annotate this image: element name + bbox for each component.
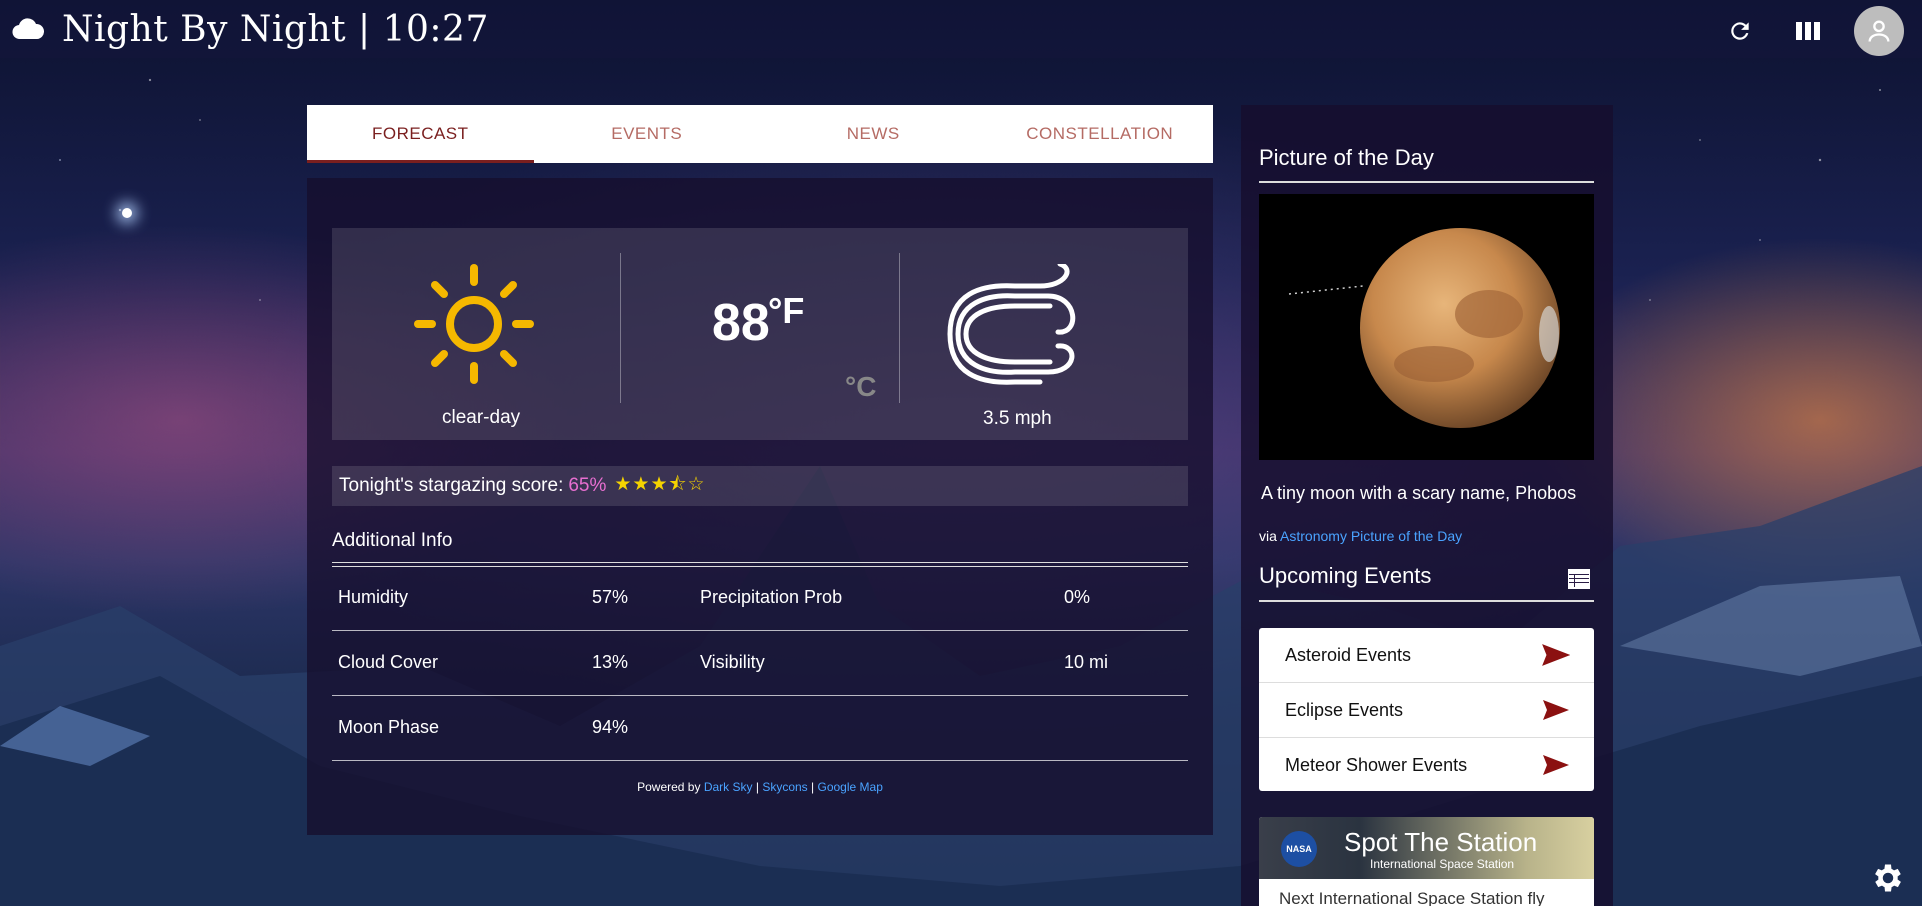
stargazing-score: 65%	[568, 475, 607, 496]
picture-of-day-title: Picture of the Day	[1259, 145, 1434, 170]
via-label: via	[1259, 528, 1277, 544]
event-label: Meteor Shower Events	[1285, 754, 1468, 775]
sidebar: Picture of the Day A tiny moon with a sc…	[1241, 105, 1613, 906]
separator: |	[755, 780, 759, 794]
powered-by-label: Powered by	[637, 780, 701, 794]
condition-label: clear-day	[442, 407, 521, 428]
event-label: Eclipse Events	[1285, 699, 1404, 720]
precip-value: 0%	[1064, 587, 1091, 607]
gear-icon[interactable]	[1870, 860, 1906, 896]
dark-sky-link[interactable]: Dark Sky	[704, 780, 753, 794]
visibility-value: 10 mi	[1064, 652, 1109, 672]
iss-title: Spot The Station	[1344, 827, 1538, 857]
wind-icon	[947, 264, 1076, 385]
refresh-icon[interactable]	[1718, 9, 1762, 53]
apod-link[interactable]: Astronomy Picture of the Day	[1280, 528, 1462, 544]
iss-next-pass: Next International Space Station fly	[1279, 889, 1545, 906]
divider	[1259, 600, 1594, 602]
send-arrow-icon	[1542, 644, 1570, 666]
temperature-unit: °F	[768, 290, 805, 331]
skycons-link[interactable]: Skycons	[762, 780, 807, 794]
stargazing-label: Tonight's stargazing score:	[339, 475, 564, 496]
star-rating: ★★★⯪☆	[614, 474, 706, 495]
event-item-asteroid[interactable]: Asteroid Events	[1259, 628, 1594, 683]
event-label: Asteroid Events	[1285, 644, 1412, 665]
stargazing-score-bar: Tonight's stargazing score: 65% ★★★⯪☆	[332, 466, 1188, 506]
info-row: Moon Phase 94%	[332, 696, 1188, 761]
list-icon[interactable]	[1568, 569, 1590, 589]
info-row: Humidity 57% Precipitation Prob 0%	[332, 566, 1188, 631]
divider	[1259, 181, 1594, 183]
bright-star	[122, 208, 132, 218]
humidity-value: 57%	[592, 587, 629, 607]
via-credit: via Astronomy Picture of the Day	[1259, 528, 1462, 544]
cloud-icon	[12, 13, 44, 45]
spot-the-station-banner: NASA Spot The Station International Spac…	[1259, 817, 1594, 879]
weather-summary: clear-day 88 °F °C 3.5 mph	[332, 228, 1188, 440]
forecast-panel: clear-day 88 °F °C 3.5 mph Tonight's sta…	[307, 178, 1213, 835]
tab-constellation[interactable]: CONSTELLATION	[987, 105, 1214, 163]
wind-speed: 3.5 mph	[983, 408, 1052, 429]
cloud-cover-value: 13%	[592, 652, 629, 672]
event-item-meteor-shower[interactable]: Meteor Shower Events	[1259, 738, 1594, 792]
google-map-link[interactable]: Google Map	[818, 780, 883, 794]
powered-by: Powered by Dark Sky | Skycons | Google M…	[307, 780, 1213, 794]
iss-subtitle: International Space Station	[1370, 857, 1515, 871]
send-arrow-icon	[1543, 700, 1569, 720]
additional-info-title: Additional Info	[332, 530, 453, 551]
cloud-cover-label: Cloud Cover	[338, 652, 439, 672]
humidity-label: Humidity	[338, 587, 409, 607]
moon-phase-value: 94%	[592, 717, 629, 737]
precip-label: Precipitation Prob	[700, 587, 843, 607]
picture-of-day-image[interactable]	[1259, 194, 1594, 460]
sun-icon	[414, 264, 534, 384]
celsius-toggle[interactable]: °C	[845, 371, 876, 403]
tab-news[interactable]: NEWS	[760, 105, 987, 163]
app-title: Night By Night | 10:27	[62, 8, 489, 50]
columns-icon[interactable]	[1786, 9, 1830, 53]
moon-phase-label: Moon Phase	[338, 717, 440, 737]
visibility-label: Visibility	[700, 652, 765, 672]
tab-forecast[interactable]: FORECAST	[307, 105, 534, 163]
main-tabs: FORECAST EVENTS NEWS CONSTELLATION	[307, 105, 1213, 163]
top-bar: Night By Night | 10:27	[0, 0, 1922, 58]
upcoming-events-title: Upcoming Events	[1259, 563, 1432, 588]
events-list: Asteroid Events Eclipse Events Meteor Sh…	[1259, 628, 1594, 791]
info-row: Cloud Cover 13% Visibility 10 mi	[332, 631, 1188, 696]
send-arrow-icon	[1543, 755, 1569, 775]
avatar[interactable]	[1854, 6, 1904, 56]
tab-events[interactable]: EVENTS	[534, 105, 761, 163]
nasa-logo: NASA	[1281, 831, 1317, 867]
temperature-value: 88	[712, 294, 770, 352]
separator: |	[811, 780, 815, 794]
picture-of-day-caption: A tiny moon with a scary name, Phobos	[1261, 483, 1577, 503]
iss-card[interactable]: NASA Spot The Station International Spac…	[1259, 817, 1594, 906]
event-item-eclipse[interactable]: Eclipse Events	[1259, 683, 1594, 738]
